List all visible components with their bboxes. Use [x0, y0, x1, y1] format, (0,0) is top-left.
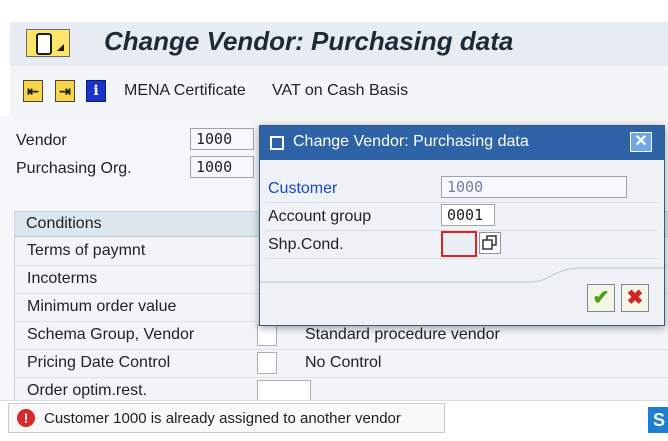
continue-button[interactable]: ✔ [587, 284, 615, 312]
pricing-date-control-label: Pricing Date Control [27, 354, 171, 371]
shp-cond-label: Shp.Cond. [268, 236, 344, 253]
cancel-button[interactable]: ✖ [621, 284, 649, 312]
error-icon: ! [17, 409, 35, 427]
conditions-title: Conditions [26, 215, 102, 232]
account-group-field[interactable]: 0001 [441, 204, 495, 226]
account-group-label: Account group [268, 208, 372, 225]
sap-menu-icon[interactable] [26, 29, 70, 57]
pricing-date-control-description: No Control [305, 354, 382, 371]
previous-screen-icon[interactable]: ⇤ [23, 80, 43, 102]
application-toolbar: ⇤ ⇥ i MENA Certificate VAT on Cash Basis [10, 66, 668, 116]
dialog-titlebar[interactable]: Change Vendor: Purchasing data ✕ [260, 126, 664, 160]
customer-row: Customer 1000 [266, 174, 658, 203]
info-icon[interactable]: i [86, 80, 106, 102]
value-help-icon[interactable] [479, 232, 501, 254]
schema-group-label: Schema Group, Vendor [27, 326, 195, 343]
close-icon[interactable]: ✕ [630, 132, 652, 152]
title-bar: Change Vendor: Purchasing data [10, 22, 668, 67]
page-title: Change Vendor: Purchasing data [104, 26, 514, 56]
purchasing-org-field[interactable]: 1000 [190, 156, 254, 178]
vendor-label: Vendor [16, 132, 67, 149]
vat-on-cash-basis-button[interactable]: VAT on Cash Basis [272, 82, 408, 100]
pricing-date-control-field[interactable] [257, 352, 277, 374]
order-optim-rest-label: Order optim.rest. [27, 382, 148, 399]
mena-certificate-button[interactable]: MENA Certificate [124, 82, 246, 100]
next-screen-icon[interactable]: ⇥ [55, 80, 75, 102]
dialog-separator [260, 267, 664, 283]
customer-label: Customer [268, 180, 338, 197]
shp-cond-row: Shp.Cond. [266, 230, 658, 259]
dialog-window-icon [270, 136, 284, 150]
minimum-order-value-label: Minimum order value [27, 298, 177, 315]
order-optim-rest-field[interactable] [257, 380, 311, 402]
schema-group-field[interactable] [257, 324, 277, 346]
dialog-title: Change Vendor: Purchasing data [293, 133, 529, 150]
status-message: Customer 1000 is already assigned to ano… [44, 410, 401, 427]
incoterms-label: Incoterms [27, 270, 98, 287]
customer-field[interactable]: 1000 [441, 176, 627, 198]
account-group-row: Account group 0001 [266, 202, 658, 231]
terms-of-payment-label: Terms of paymnt [27, 242, 146, 259]
purchasing-org-label: Purchasing Org. [16, 160, 132, 177]
vendor-field[interactable]: 1000 [190, 128, 254, 150]
change-vendor-dialog: Change Vendor: Purchasing data ✕ Custome… [259, 125, 665, 326]
status-message-box[interactable]: ! Customer 1000 is already assigned to a… [8, 403, 445, 433]
table-row: Pricing Date Control No Control [15, 349, 668, 378]
sap-logo-icon: S [648, 407, 668, 433]
schema-group-description: Standard procedure vendor [305, 326, 500, 343]
status-bar: ! Customer 1000 is already assigned to a… [0, 400, 668, 441]
shp-cond-field[interactable] [441, 231, 477, 257]
